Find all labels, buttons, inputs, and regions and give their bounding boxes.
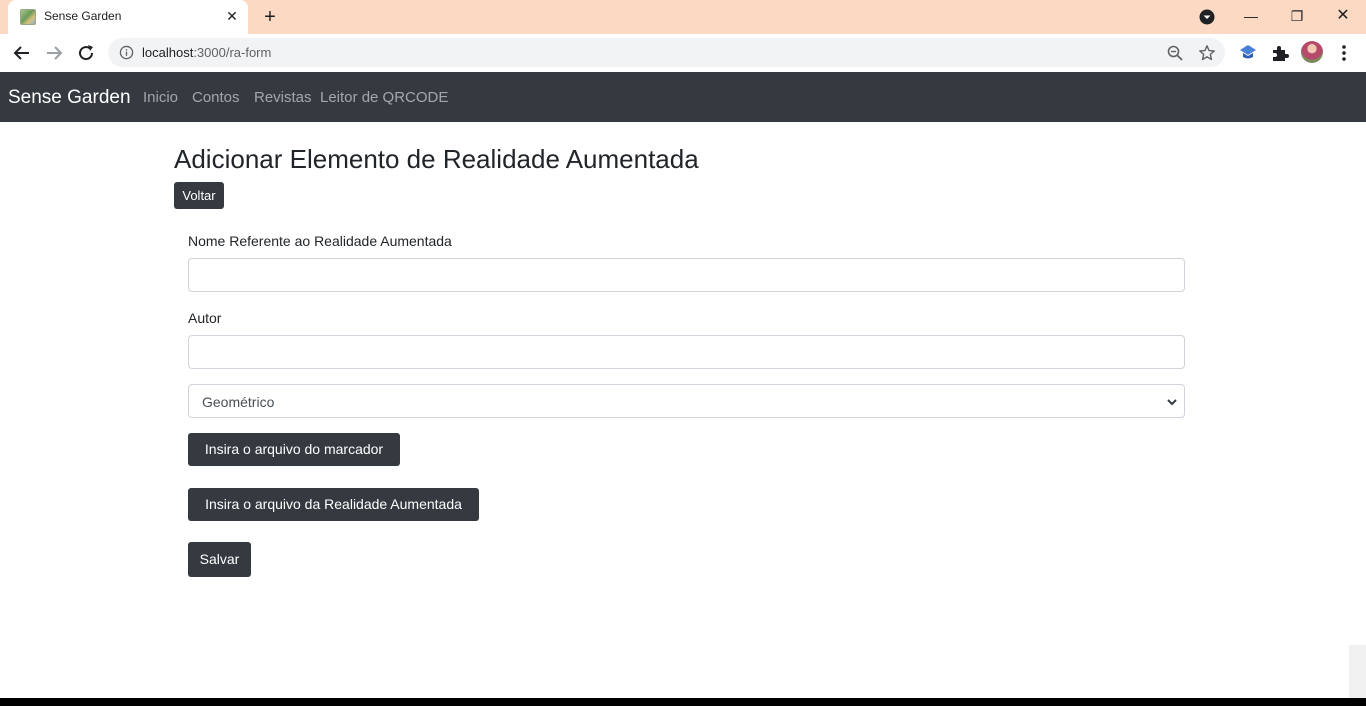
url-host: localhost <box>142 45 194 60</box>
extension-icon[interactable] <box>1237 42 1259 64</box>
browser-menu-icon[interactable] <box>1333 42 1355 64</box>
navbar-brand[interactable]: Sense Garden <box>8 87 131 109</box>
back-icon[interactable] <box>10 41 34 65</box>
site-info-icon[interactable] <box>119 45 134 60</box>
tab-search-icon[interactable] <box>1198 8 1216 26</box>
save-button[interactable]: Salvar <box>188 542 251 577</box>
extensions-puzzle-icon[interactable] <box>1269 42 1291 64</box>
restore-icon[interactable]: ❐ <box>1274 2 1320 30</box>
nav-link-inicio[interactable]: Inicio <box>143 89 178 106</box>
type-select[interactable]: Geométrico <box>188 384 1185 418</box>
minimize-icon[interactable]: — <box>1228 2 1274 30</box>
url-text[interactable]: localhost:3000/ra-form <box>142 45 271 60</box>
name-label: Nome Referente ao Realidade Aumentada <box>188 233 452 249</box>
chevron-down-icon <box>1167 399 1177 406</box>
address-bar[interactable]: localhost:3000/ra-form <box>108 38 1225 67</box>
ar-file-button[interactable]: Insira o arquivo da Realidade Aumentada <box>188 488 479 521</box>
author-input[interactable] <box>188 335 1185 369</box>
url-path: :3000/ra-form <box>193 45 272 60</box>
tab-title: Sense Garden <box>44 9 122 23</box>
profile-avatar[interactable] <box>1301 41 1323 63</box>
nav-link-qrcode[interactable]: Leitor de QRCODE <box>320 89 448 106</box>
window-close-icon[interactable]: ✕ <box>1320 2 1366 30</box>
browser-toolbar: localhost:3000/ra-form <box>0 34 1366 72</box>
reload-icon[interactable] <box>74 41 98 65</box>
zoom-icon[interactable] <box>1166 44 1184 62</box>
page-title: Adicionar Elemento de Realidade Aumentad… <box>174 144 699 174</box>
site-navbar: Sense Garden Inicio Contos Revistas Leit… <box>0 72 1366 122</box>
favicon-icon <box>20 9 36 25</box>
type-select-value: Geométrico <box>202 394 275 410</box>
tab-close-icon[interactable]: ✕ <box>224 8 240 24</box>
name-input[interactable] <box>188 258 1185 292</box>
taskbar-edge <box>0 698 1366 706</box>
nav-link-revistas[interactable]: Revistas <box>254 89 312 106</box>
browser-tabstrip: Sense Garden ✕ + — ❐ ✕ <box>0 0 1366 34</box>
back-button[interactable]: Voltar <box>174 182 224 209</box>
scrollbar[interactable] <box>1349 645 1366 698</box>
nav-link-contos[interactable]: Contos <box>192 89 240 106</box>
forward-icon[interactable] <box>42 41 66 65</box>
new-tab-icon[interactable]: + <box>259 6 281 28</box>
marker-file-button[interactable]: Insira o arquivo do marcador <box>188 433 400 466</box>
author-label: Autor <box>188 310 222 326</box>
bookmark-star-icon[interactable] <box>1198 44 1216 62</box>
browser-tab[interactable]: Sense Garden ✕ <box>8 0 248 34</box>
